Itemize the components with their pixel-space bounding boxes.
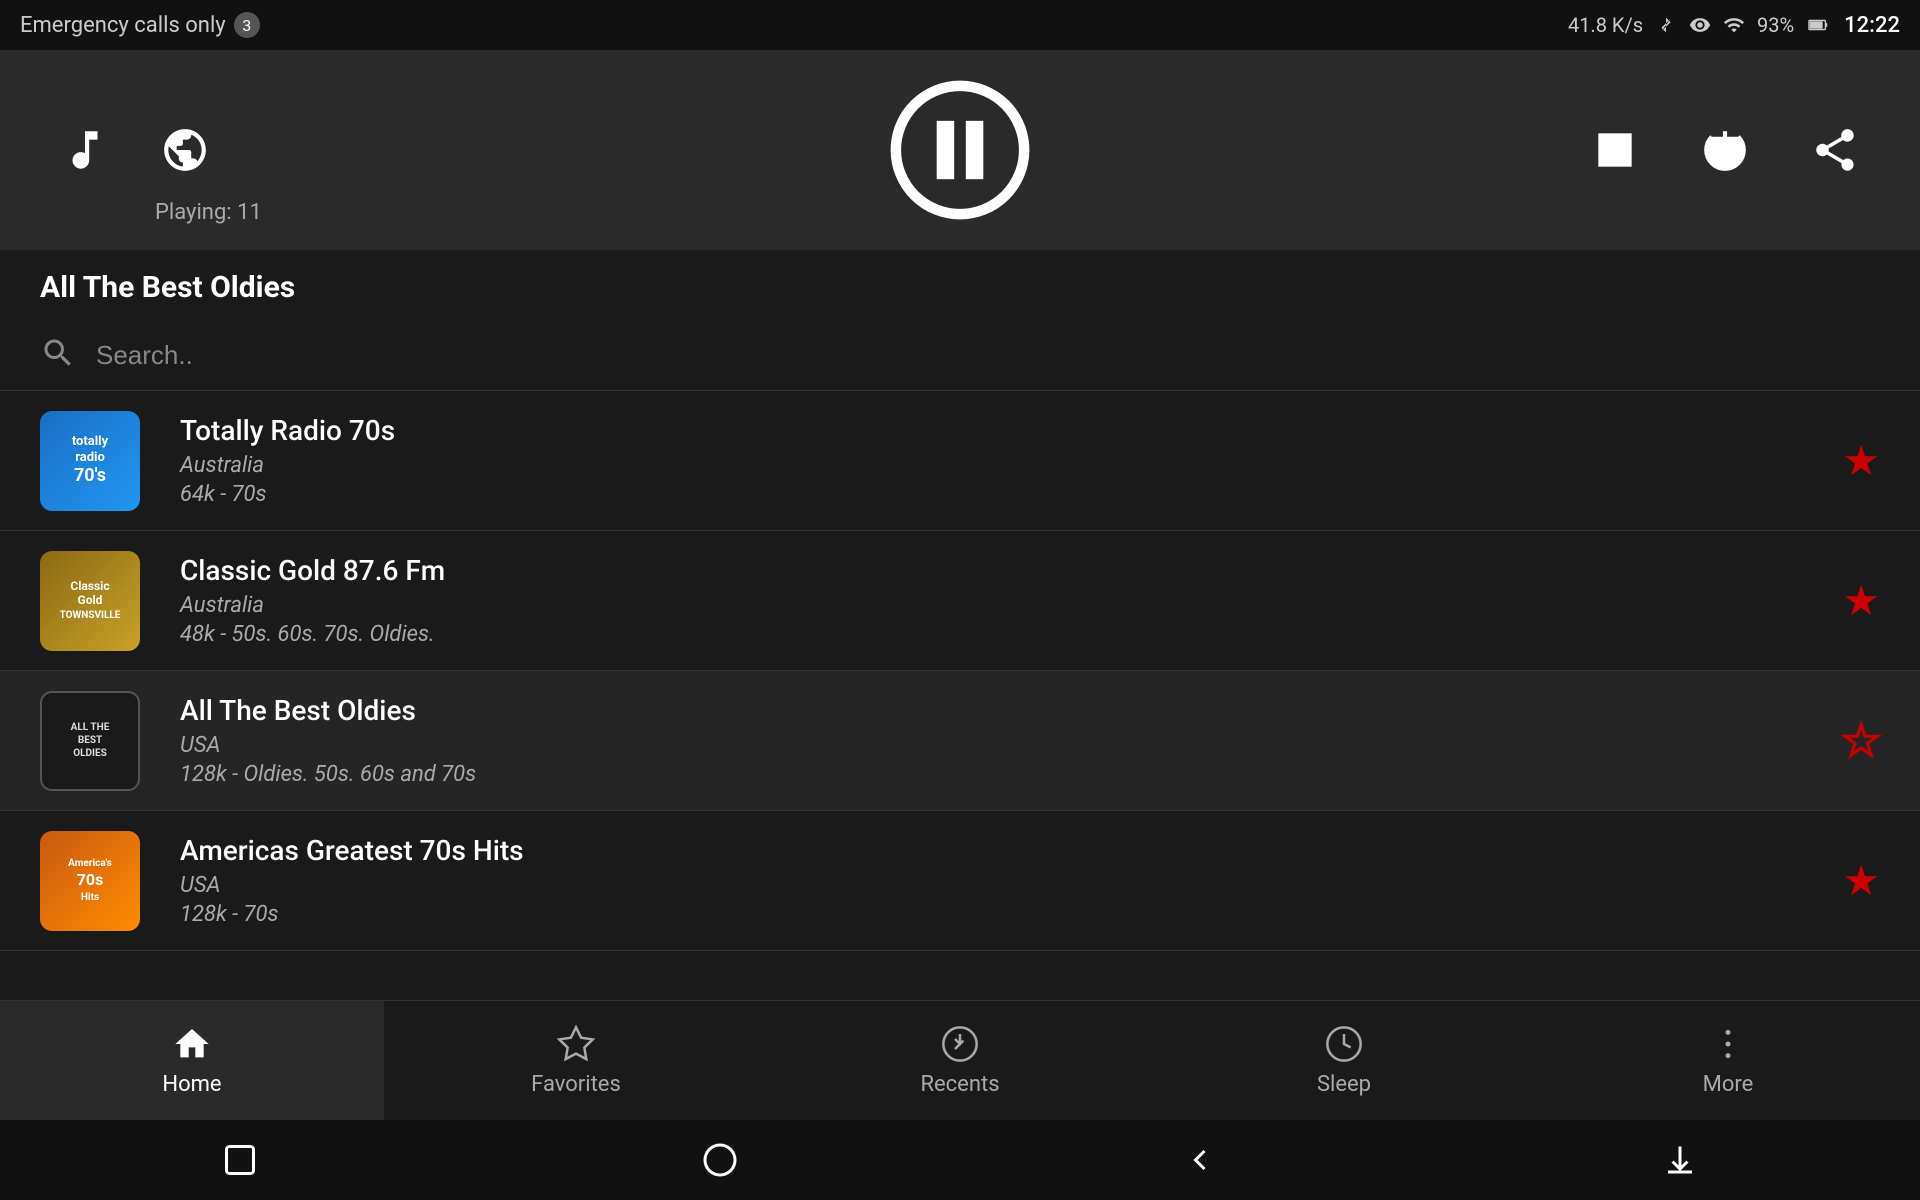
nav-favorites-label: Favorites bbox=[531, 1072, 621, 1097]
nav-more[interactable]: More bbox=[1536, 1001, 1920, 1120]
station-logo: ALL THEBESTOLDIES bbox=[40, 691, 140, 791]
status-time: 12:22 bbox=[1844, 13, 1900, 38]
search-icon bbox=[40, 335, 76, 375]
visibility-icon bbox=[1689, 14, 1711, 36]
favorite-button[interactable]: ★ bbox=[1842, 716, 1880, 766]
search-input[interactable] bbox=[96, 340, 1880, 371]
pause-button[interactable] bbox=[890, 80, 1030, 220]
home-button[interactable] bbox=[702, 1142, 738, 1178]
nav-recents-label: Recents bbox=[920, 1072, 999, 1097]
station-info: Americas Greatest 70s Hits USA 128k - 70… bbox=[180, 834, 1842, 927]
station-logo: ClassicGoldTOWNSVILLE bbox=[40, 551, 140, 651]
player-left bbox=[60, 125, 210, 175]
station-info: All The Best Oldies USA 128k - Oldies. 5… bbox=[180, 694, 1842, 787]
nav-sleep[interactable]: Sleep bbox=[1152, 1001, 1536, 1120]
station-name: Classic Gold 87.6 Fm bbox=[180, 554, 1842, 587]
station-logo: America's70sHits bbox=[40, 831, 140, 931]
network-speed: 41.8 K/s bbox=[1568, 13, 1643, 37]
favorite-button[interactable]: ★ bbox=[1842, 856, 1880, 906]
station-logo: totallyradio70's bbox=[40, 411, 140, 511]
station-country: Australia bbox=[180, 593, 1842, 618]
favorite-button[interactable]: ★ bbox=[1842, 576, 1880, 626]
station-info: Classic Gold 87.6 Fm Australia 48k - 50s… bbox=[180, 554, 1842, 647]
station-item[interactable]: totallyradio70's Totally Radio 70s Austr… bbox=[0, 391, 1920, 531]
station-item[interactable]: ClassicGoldTOWNSVILLE Classic Gold 87.6 … bbox=[0, 531, 1920, 671]
station-title: All The Best Oldies bbox=[40, 270, 295, 305]
emergency-calls-text: Emergency calls only bbox=[20, 13, 226, 38]
music-icon[interactable] bbox=[60, 125, 110, 175]
nav-more-label: More bbox=[1703, 1072, 1754, 1097]
station-name: Americas Greatest 70s Hits bbox=[180, 834, 1842, 867]
station-meta: 128k - 70s bbox=[180, 902, 1842, 927]
station-item[interactable]: ALL THEBESTOLDIES All The Best Oldies US… bbox=[0, 671, 1920, 811]
system-nav-bar bbox=[0, 1120, 1920, 1200]
station-country: USA bbox=[180, 733, 1842, 758]
nav-home[interactable]: Home bbox=[0, 1001, 384, 1120]
player-right bbox=[1590, 125, 1860, 175]
status-bar-left: Emergency calls only 3 bbox=[20, 12, 260, 38]
status-bar-right: 41.8 K/s 93% 12:22 bbox=[1568, 13, 1900, 38]
recent-apps-button[interactable] bbox=[222, 1142, 258, 1178]
battery-icon bbox=[1806, 14, 1832, 36]
station-country: USA bbox=[180, 873, 1842, 898]
wifi-icon bbox=[1723, 14, 1745, 36]
station-title-bar: All The Best Oldies bbox=[0, 250, 1920, 325]
battery-level: 93% bbox=[1757, 13, 1794, 37]
nav-favorites[interactable]: Favorites bbox=[384, 1001, 768, 1120]
station-meta: 48k - 50s. 60s. 70s. Oldies. bbox=[180, 622, 1842, 647]
nav-sleep-label: Sleep bbox=[1317, 1072, 1371, 1097]
share-button[interactable] bbox=[1810, 125, 1860, 175]
power-button[interactable] bbox=[1700, 125, 1750, 175]
station-name: All The Best Oldies bbox=[180, 694, 1842, 727]
station-name: Totally Radio 70s bbox=[180, 414, 1842, 447]
station-country: Australia bbox=[180, 453, 1842, 478]
station-info: Totally Radio 70s Australia 64k - 70s bbox=[180, 414, 1842, 507]
stop-button[interactable] bbox=[1590, 125, 1640, 175]
favorite-button[interactable]: ★ bbox=[1842, 436, 1880, 486]
station-item[interactable]: America's70sHits Americas Greatest 70s H… bbox=[0, 811, 1920, 951]
nav-recents[interactable]: Recents bbox=[768, 1001, 1152, 1120]
search-bar bbox=[0, 325, 1920, 391]
globe-icon[interactable] bbox=[160, 125, 210, 175]
notification-badge: 3 bbox=[234, 12, 260, 38]
player-bar: Playing: 11 bbox=[0, 50, 1920, 250]
bluetooth-icon bbox=[1655, 14, 1677, 36]
back-button[interactable] bbox=[1182, 1142, 1218, 1178]
status-bar: Emergency calls only 3 41.8 K/s 93% 12:2… bbox=[0, 0, 1920, 50]
station-meta: 64k - 70s bbox=[180, 482, 1842, 507]
nav-home-label: Home bbox=[162, 1072, 221, 1097]
notification-button[interactable] bbox=[1662, 1142, 1698, 1178]
playing-label: Playing: 11 bbox=[155, 200, 262, 225]
bottom-nav: Home Favorites Recents Sleep More bbox=[0, 1000, 1920, 1120]
station-meta: 128k - Oldies. 50s. 60s and 70s bbox=[180, 762, 1842, 787]
